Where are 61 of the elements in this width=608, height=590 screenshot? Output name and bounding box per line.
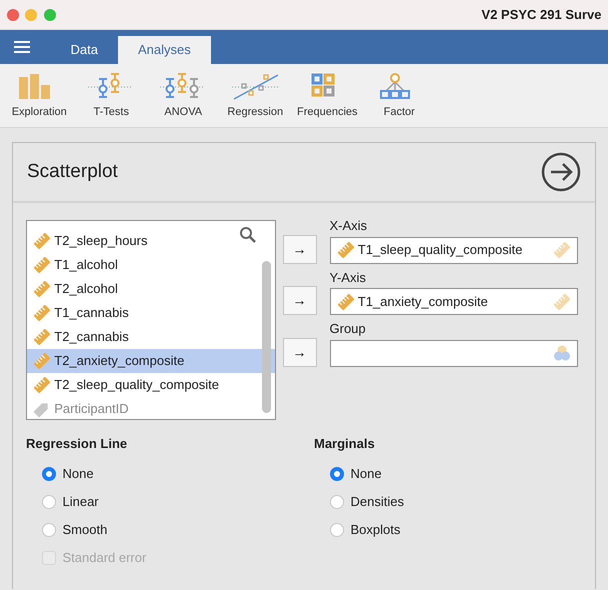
toolbar-button[interactable]: ANOVA bbox=[147, 70, 220, 120]
toolbar-button[interactable]: Regression bbox=[219, 70, 292, 120]
tab[interactable]: Data bbox=[50, 36, 118, 64]
radio-option[interactable]: Smooth bbox=[26, 516, 314, 544]
variable-item[interactable]: ParticipantID bbox=[27, 397, 275, 419]
target-field[interactable]: T1_sleep_quality_composite bbox=[330, 236, 578, 264]
radio-button[interactable] bbox=[42, 523, 56, 537]
radio-button[interactable] bbox=[42, 495, 56, 509]
variable-name: T2_alcohol bbox=[54, 280, 118, 298]
radio-option[interactable]: Densities bbox=[314, 488, 574, 516]
scrollbar-thumb[interactable] bbox=[262, 261, 271, 413]
field-label: Group bbox=[330, 320, 367, 338]
variable-name: T2_sleep_hours bbox=[54, 232, 148, 250]
panel-title: Scatterplot bbox=[27, 160, 118, 184]
variable-name: T2_cannabis bbox=[54, 328, 129, 346]
toolbar-button[interactable]: Frequencies bbox=[291, 70, 364, 120]
move-button[interactable]: → bbox=[282, 286, 316, 315]
arrow-circle-icon bbox=[541, 152, 581, 192]
target-field[interactable] bbox=[330, 340, 578, 366]
target-field[interactable]: T1_anxiety_composite bbox=[330, 288, 578, 315]
toolbar-button[interactable]: Factor bbox=[363, 70, 436, 120]
window-title: V2 PSYC 291 Surve bbox=[482, 6, 602, 24]
variable-item[interactable]: T2_alcohol bbox=[27, 277, 275, 301]
section-heading: Marginals bbox=[314, 435, 376, 453]
minimize-button[interactable] bbox=[25, 8, 37, 20]
variable-name: T2_sleep_quality_composite bbox=[54, 376, 220, 394]
radio-option[interactable]: None bbox=[26, 460, 314, 488]
variable-item[interactable]: T1_alcohol bbox=[27, 253, 275, 277]
radio-button[interactable] bbox=[330, 523, 344, 537]
radio-button[interactable] bbox=[42, 467, 56, 481]
field-label: X-Axis bbox=[330, 217, 368, 235]
variable-name: T2_anxiety_composite bbox=[54, 352, 184, 370]
variable-name: ParticipantID bbox=[54, 400, 129, 418]
radio-button[interactable] bbox=[330, 467, 344, 481]
run-button[interactable] bbox=[541, 152, 581, 192]
variable-name: T1_sleep_quality_composite bbox=[358, 241, 523, 260]
variable-item[interactable]: T2_anxiety_composite bbox=[27, 349, 275, 373]
variable-name: T1_anxiety_composite bbox=[358, 292, 488, 311]
section-heading: Regression Line bbox=[26, 435, 128, 453]
toolbar-button[interactable]: Exploration bbox=[3, 70, 76, 120]
toolbar-button[interactable]: T-Tests bbox=[75, 70, 148, 120]
zoom-button[interactable] bbox=[44, 8, 56, 20]
field-label: Y-Axis bbox=[330, 268, 367, 286]
move-button[interactable]: → bbox=[282, 234, 316, 264]
radio-option[interactable]: None bbox=[314, 460, 574, 488]
checkbox-option: Standard error bbox=[26, 544, 314, 572]
radio-option[interactable]: Boxplots bbox=[314, 516, 574, 544]
circles-icon bbox=[552, 344, 570, 362]
variable-item[interactable]: T2_cannabis bbox=[27, 325, 275, 349]
variable-item[interactable]: T2_sleep_hours bbox=[27, 229, 275, 253]
variable-item[interactable]: T2_sleep_quality_composite bbox=[27, 373, 275, 397]
search-icon bbox=[239, 226, 257, 244]
radio-option[interactable]: Linear bbox=[26, 488, 314, 516]
menu-icon bbox=[13, 39, 31, 56]
variable-item[interactable]: T1_cannabis bbox=[27, 301, 275, 325]
variable-name: T1_cannabis bbox=[54, 304, 129, 322]
move-button[interactable]: → bbox=[282, 338, 316, 366]
variable-name: T1_alcohol bbox=[54, 256, 118, 274]
radio-button[interactable] bbox=[330, 495, 344, 509]
tab[interactable]: Analyses bbox=[118, 36, 211, 64]
close-button[interactable] bbox=[6, 8, 18, 20]
